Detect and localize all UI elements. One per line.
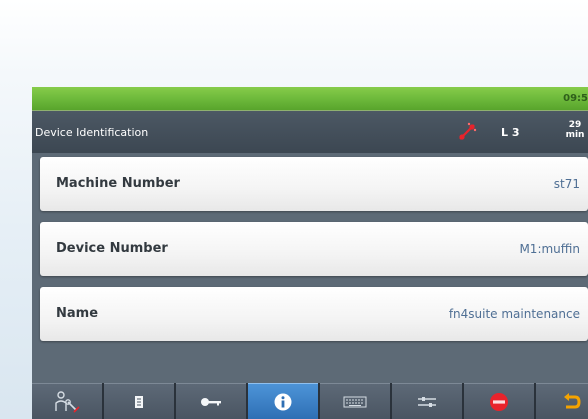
identification-list: Machine Number st71 Device Number M1:muf…: [40, 157, 588, 352]
device-number-row[interactable]: Device Number M1:muffin: [40, 222, 588, 276]
tab-operator[interactable]: [32, 383, 102, 419]
stop-icon: [490, 392, 508, 411]
page-title: Device Identification: [35, 126, 149, 139]
access-level: L 3: [501, 126, 520, 139]
operator-wrench-icon: [55, 390, 80, 413]
return-arrow-icon: [564, 392, 581, 408]
title-bar: Device Identification L 3 29 min: [32, 110, 588, 153]
name-row[interactable]: Name fn4suite maintenance: [40, 287, 588, 341]
document-icon: [135, 395, 143, 408]
hmi-screen: 09:5 Device Identification L 3 29 min Ma…: [32, 87, 588, 419]
key-icon: [201, 397, 221, 406]
info-icon: [274, 393, 292, 410]
machine-number-row[interactable]: Machine Number st71: [40, 157, 588, 211]
tab-document[interactable]: [104, 383, 174, 419]
tab-info[interactable]: [248, 383, 318, 419]
sliders-icon: [418, 396, 436, 407]
name-value: fn4suite maintenance: [448, 307, 580, 321]
clock: 09:5: [563, 93, 588, 104]
time-remaining: 29 min: [563, 120, 587, 140]
time-unit: min: [565, 130, 585, 140]
bottom-tab-bar: [32, 383, 588, 419]
name-label: Name: [56, 306, 99, 321]
time-value: 29: [568, 120, 582, 130]
status-bar: 09:5: [32, 87, 588, 110]
tab-keyboard[interactable]: [320, 383, 390, 419]
tab-settings[interactable]: [392, 383, 462, 419]
machine-number-value: st71: [553, 177, 580, 191]
machine-number-label: Machine Number: [56, 176, 180, 191]
connection-error-icon: [459, 122, 477, 140]
device-number-value: M1:muffin: [519, 242, 580, 256]
tab-return[interactable]: [536, 383, 588, 419]
keyboard-icon: [343, 396, 367, 407]
device-number-label: Device Number: [56, 241, 168, 256]
tab-key[interactable]: [176, 383, 246, 419]
tab-stop[interactable]: [464, 383, 534, 419]
